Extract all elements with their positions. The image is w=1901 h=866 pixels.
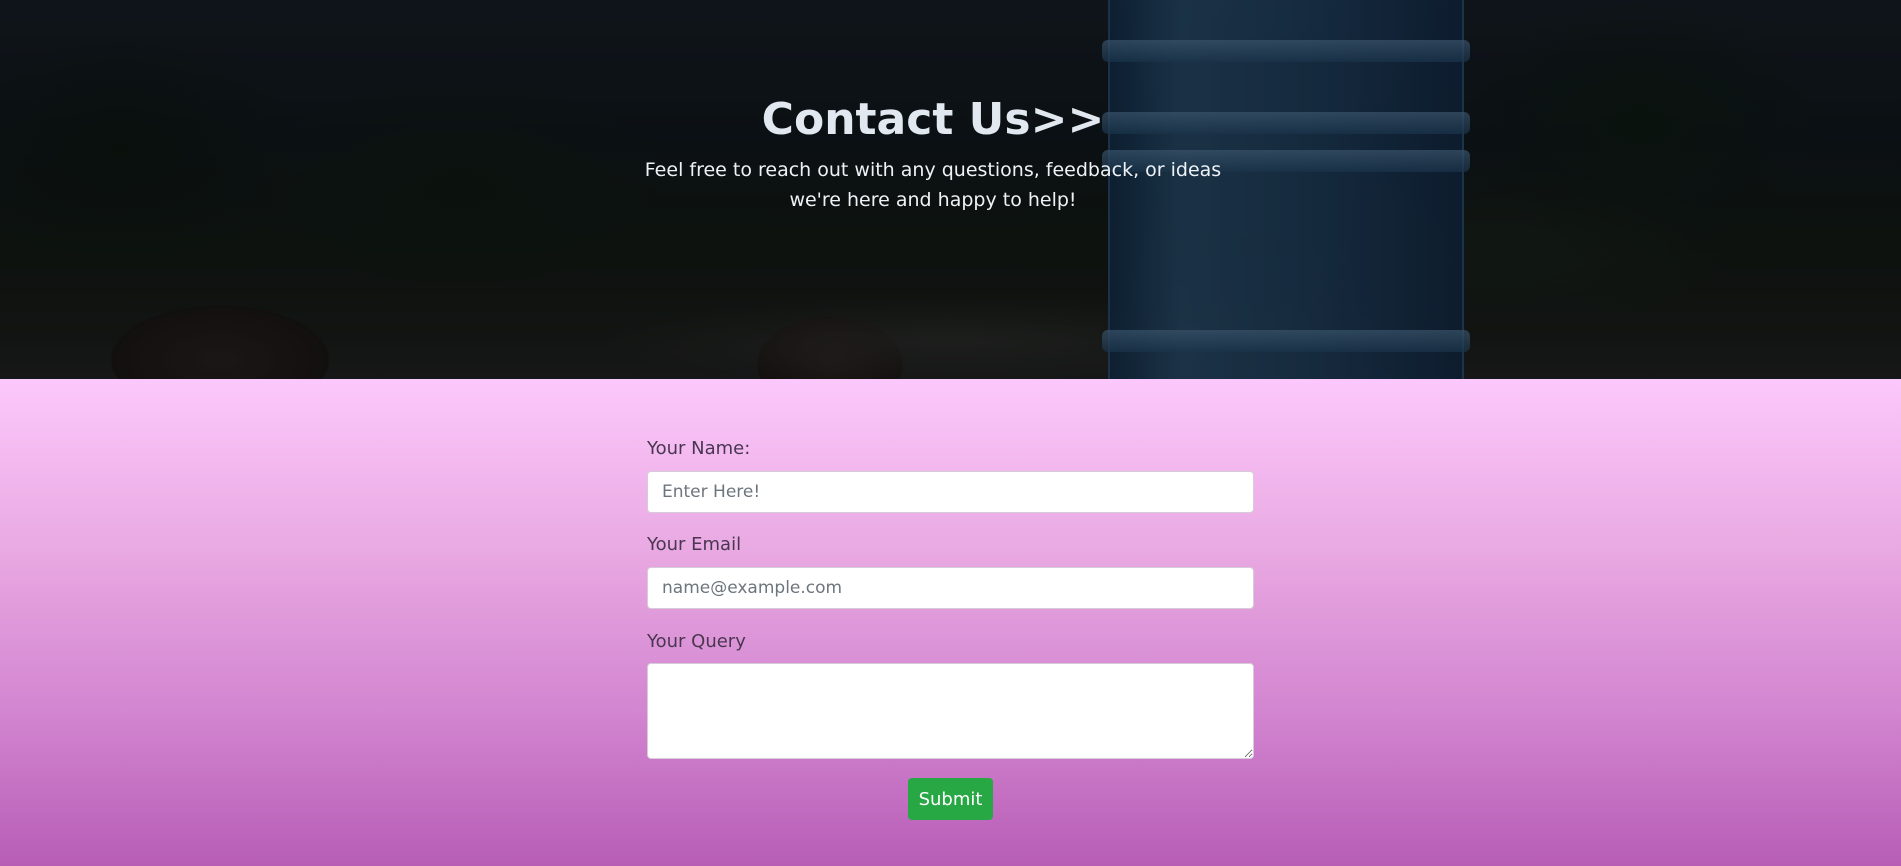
query-textarea[interactable] (647, 663, 1254, 759)
email-input[interactable] (647, 567, 1254, 609)
hero-banner: Contact Us>> Feel free to reach out with… (0, 0, 1901, 379)
contact-form-section: Your Name: Your Email Your Query Submit (0, 379, 1901, 866)
name-label: Your Name: (647, 438, 751, 459)
submit-button[interactable]: Submit (908, 778, 993, 820)
page-title: Contact Us>> (761, 94, 1105, 145)
page-subtitle: Feel free to reach out with any question… (644, 159, 1222, 211)
email-label: Your Email (647, 534, 742, 555)
query-label: Your Query (647, 631, 746, 652)
name-input[interactable] (647, 471, 1254, 513)
